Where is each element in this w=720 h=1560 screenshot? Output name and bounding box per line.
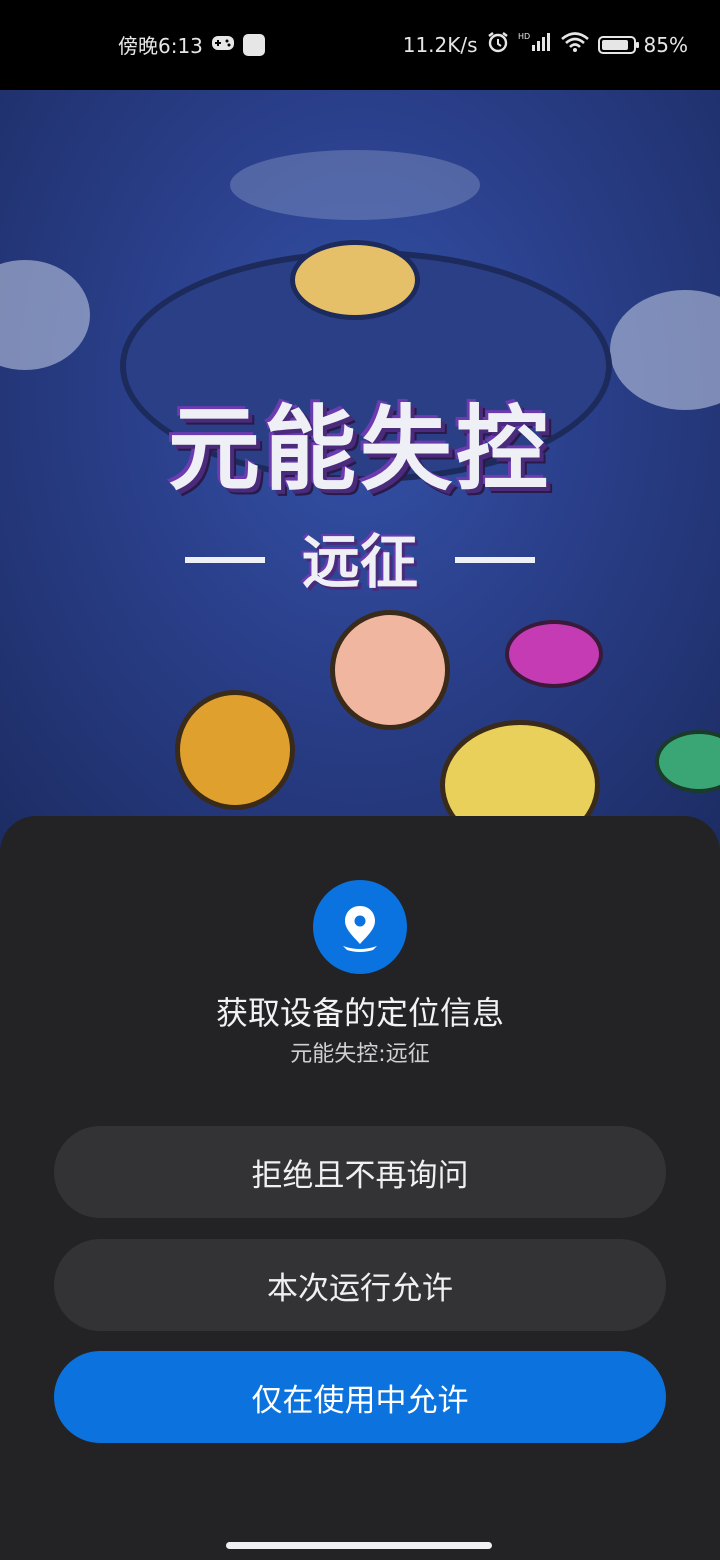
- game-splash-background: 元能失控 远征: [0, 90, 720, 850]
- status-bar: 傍晚6:13 11.2K/s HD 85%: [0, 0, 720, 90]
- allow-this-time-button[interactable]: 本次运行允许: [54, 1239, 666, 1331]
- wifi-icon: [560, 31, 590, 58]
- allow-while-using-button[interactable]: 仅在使用中允许: [54, 1351, 666, 1443]
- status-time: 傍晚6:13: [118, 34, 203, 58]
- signal-hd-icon: HD: [518, 31, 552, 58]
- orange-orb-art: [175, 690, 295, 810]
- battery-icon: [597, 35, 639, 54]
- cloud-decoration: [0, 260, 90, 370]
- location-pin-icon: [313, 880, 407, 974]
- robot-head-art: [290, 240, 420, 320]
- deny-and-dont-ask-button[interactable]: 拒绝且不再询问: [54, 1126, 666, 1218]
- permission-app-name: 元能失控:远征: [290, 1042, 430, 1067]
- battery-fill: [601, 39, 628, 50]
- game-title-logo: 元能失控: [167, 396, 552, 503]
- purple-blob-art: [505, 620, 603, 688]
- network-speed: 11.2K/s: [402, 32, 478, 57]
- home-indicator[interactable]: [226, 1542, 492, 1549]
- gamepad-icon: [211, 33, 235, 57]
- battery-percent: 85%: [643, 32, 688, 57]
- green-blob-art: [655, 730, 720, 793]
- alarm-icon: [486, 30, 510, 59]
- status-left: 傍晚6:13: [118, 30, 265, 59]
- svg-text:HD: HD: [518, 32, 530, 41]
- game-subtitle-logo: 远征: [301, 528, 418, 596]
- character-head-art: [330, 610, 450, 730]
- status-right: 11.2K/s HD 85%: [403, 30, 688, 59]
- cloud-decoration: [230, 150, 480, 220]
- notification-square-icon: [242, 33, 265, 56]
- permission-title: 获取设备的定位信息: [215, 994, 504, 1032]
